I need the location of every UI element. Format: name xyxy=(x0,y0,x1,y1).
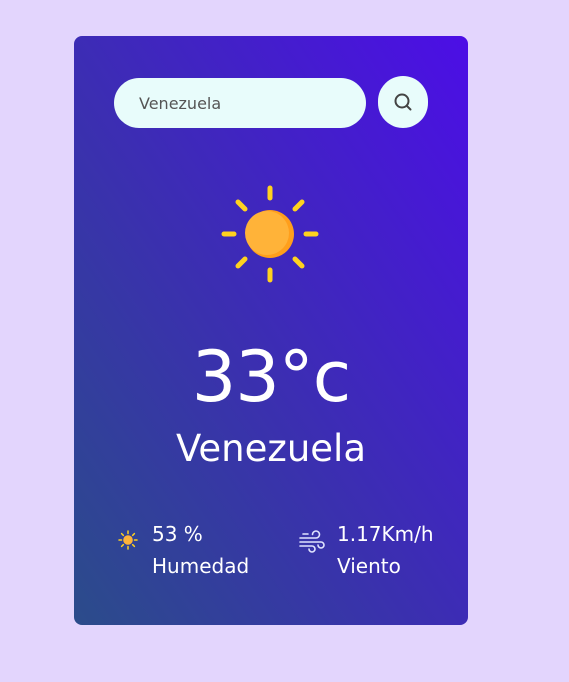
wind-icon xyxy=(299,530,325,553)
humidity-label: Humedad xyxy=(152,554,250,578)
humidity-value: 53 % xyxy=(152,522,203,546)
sun-small-icon xyxy=(118,530,138,550)
search-input[interactable] xyxy=(114,78,366,128)
temperature: 33°c xyxy=(191,336,352,418)
city-name: Venezuela xyxy=(175,427,366,470)
search-icon xyxy=(394,93,412,111)
sun-icon xyxy=(221,185,319,283)
wind-label: Viento xyxy=(337,554,401,578)
weather-card: 33°c Venezuela 53 % Humedad xyxy=(74,36,468,625)
wind-value: 1.17Km/h xyxy=(337,522,434,546)
search-button[interactable] xyxy=(378,76,428,128)
